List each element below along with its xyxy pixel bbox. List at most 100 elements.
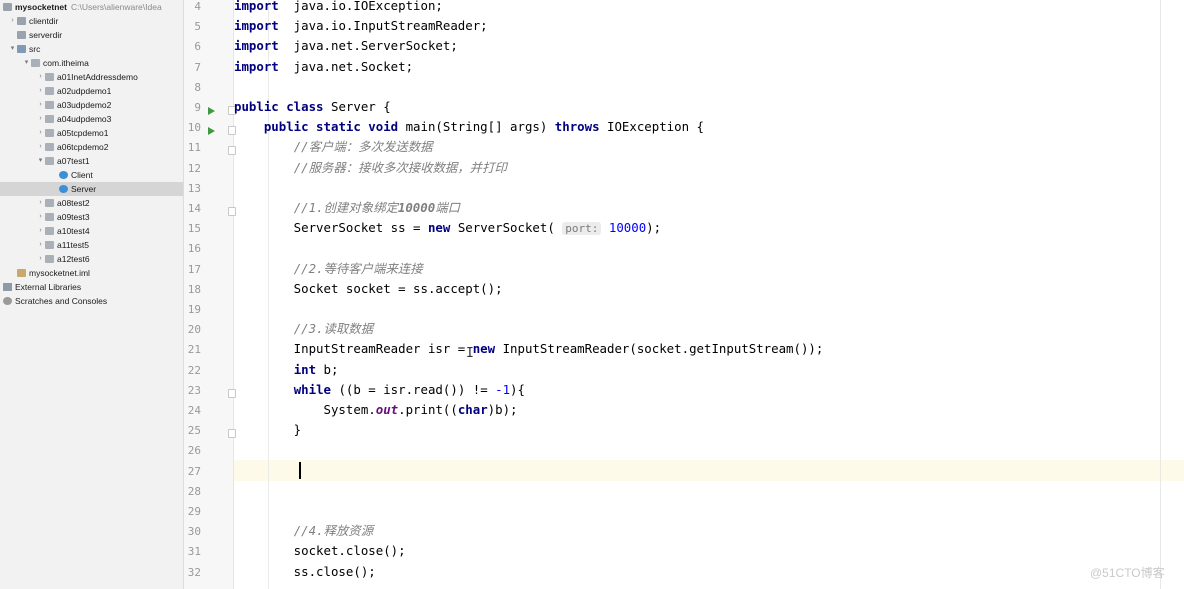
code-token: )b); (487, 402, 518, 417)
code-token: InputStreamReader isr = (234, 341, 473, 357)
tree-item-label: a11test5 (57, 240, 89, 250)
line-number: 27 (187, 464, 201, 478)
tree-item[interactable]: › a01InetAddressdemo (0, 70, 183, 84)
package-icon (45, 199, 54, 207)
chevron-right-icon[interactable]: › (36, 196, 45, 210)
code-token: System. (234, 402, 376, 417)
tree-item[interactable]: Scratches and Consoles (0, 294, 183, 308)
tree-item[interactable]: › a09test3 (0, 210, 183, 224)
line-number: 6 (194, 40, 201, 54)
chevron-right-icon[interactable]: › (36, 210, 45, 224)
tree-item-label: a08test2 (57, 198, 90, 208)
chevron-right-icon[interactable]: › (36, 112, 45, 126)
code-token: java.net.ServerSocket; (278, 38, 458, 54)
code-token: ServerSocket( (450, 220, 563, 236)
tree-item-label: a05tcpdemo1 (57, 128, 109, 138)
line-number: 14 (187, 202, 201, 215)
run-icon[interactable] (208, 127, 215, 136)
code-token: import (234, 0, 279, 13)
code-token: import (234, 18, 279, 34)
tree-item[interactable]: ▾ a07test1 (0, 154, 183, 168)
tree-item[interactable]: mysocketnet.iml (0, 266, 183, 280)
tree-item[interactable]: › a08test2 (0, 196, 183, 210)
chevron-right-icon[interactable]: › (36, 126, 45, 140)
code-editor[interactable]: import java.io.IOException; import java.i… (234, 0, 1184, 589)
iml-icon (17, 269, 26, 277)
code-token: .print(( (398, 402, 458, 417)
line-number: 28 (187, 484, 201, 498)
code-line: import java.io.InputStreamReader; (234, 16, 488, 36)
tree-item[interactable]: › clientdir (0, 14, 183, 28)
code-token: 端口 (435, 200, 460, 215)
java-class-icon (59, 185, 68, 193)
tree-item[interactable]: › a04udpdemo3 (0, 112, 183, 126)
tree-item[interactable]: External Libraries (0, 280, 183, 294)
line-number: 26 (187, 444, 201, 458)
code-token: new (472, 341, 496, 357)
code-line: //客户端：多次发送数据 (234, 137, 433, 157)
chevron-right-icon[interactable]: › (8, 14, 17, 28)
tree-item[interactable]: › a02udpdemo1 (0, 84, 183, 98)
chevron-right-icon[interactable]: › (36, 84, 45, 98)
chevron-down-icon[interactable]: ▾ (36, 154, 45, 168)
tree-item[interactable]: › a12test6 (0, 252, 183, 266)
tree-item[interactable]: › a03udpdemo2 (0, 98, 183, 112)
tree-item[interactable]: ▾ src (0, 42, 183, 56)
tree-item[interactable]: mysocketnet C:\Users\alienware\Idea (0, 0, 183, 14)
tree-item-label: mysocketnet C:\Users\alienware\Idea (15, 2, 162, 12)
code-line: } (234, 420, 301, 440)
chevron-down-icon[interactable]: ▾ (8, 42, 17, 56)
tree-item-label: a09test3 (57, 212, 90, 222)
tree-item[interactable]: › a10test4 (0, 224, 183, 238)
tree-item[interactable]: ▾ com.itheima (0, 56, 183, 70)
code-token: public static void (263, 119, 399, 135)
line-number: 7 (194, 60, 201, 74)
tree-item[interactable]: › a05tcpdemo1 (0, 126, 183, 140)
code-line: //4.释放资源 (234, 521, 373, 541)
tree-item[interactable]: serverdir (0, 28, 183, 42)
run-icon[interactable] (208, 107, 215, 115)
tree-item[interactable]: › a11test5 (0, 238, 183, 252)
line-number: 12 (187, 161, 201, 175)
package-icon (31, 59, 40, 67)
chevron-right-icon[interactable]: › (36, 140, 45, 154)
line-number: 30 (187, 525, 201, 539)
line-number: 29 (187, 505, 201, 518)
tree-item-label: Client (71, 170, 93, 180)
mouse-ibeam-cursor: I (466, 346, 474, 361)
code-line: ss.close(); (234, 562, 376, 582)
code-token: out (375, 402, 399, 417)
code-token: //客户端：多次发送数据 (293, 139, 433, 155)
package-icon (45, 143, 54, 151)
line-number: 17 (187, 262, 201, 276)
code-line: import java.net.ServerSocket; (234, 36, 458, 56)
tree-item[interactable]: Client (0, 168, 183, 182)
chevron-right-icon[interactable]: › (36, 70, 45, 84)
tree-item-label: src (29, 44, 41, 54)
code-token: 10000 (608, 220, 647, 236)
code-token: main(String[] args) (398, 119, 555, 135)
chevron-right-icon[interactable]: › (36, 252, 45, 266)
code-line: import java.net.Socket; (234, 57, 413, 77)
chevron-right-icon[interactable]: › (36, 98, 45, 112)
code-token: -1 (495, 381, 511, 397)
tree-item[interactable]: › a06tcpdemo2 (0, 140, 183, 154)
code-token: 10000 (397, 200, 436, 215)
code-token: } (234, 422, 302, 438)
chevron-down-icon[interactable]: ▾ (22, 56, 31, 70)
chevron-right-icon[interactable]: › (36, 224, 45, 238)
code-token: int (293, 361, 317, 377)
code-token: //3.读取数据 (293, 321, 374, 337)
tree-item[interactable]: Server (0, 182, 183, 196)
chevron-right-icon[interactable]: › (36, 238, 45, 252)
watermark: @51CTO博客 (1090, 566, 1165, 580)
code-token: ss.close(); (234, 563, 376, 579)
package-icon (45, 227, 54, 235)
line-number: 20 (187, 323, 201, 337)
